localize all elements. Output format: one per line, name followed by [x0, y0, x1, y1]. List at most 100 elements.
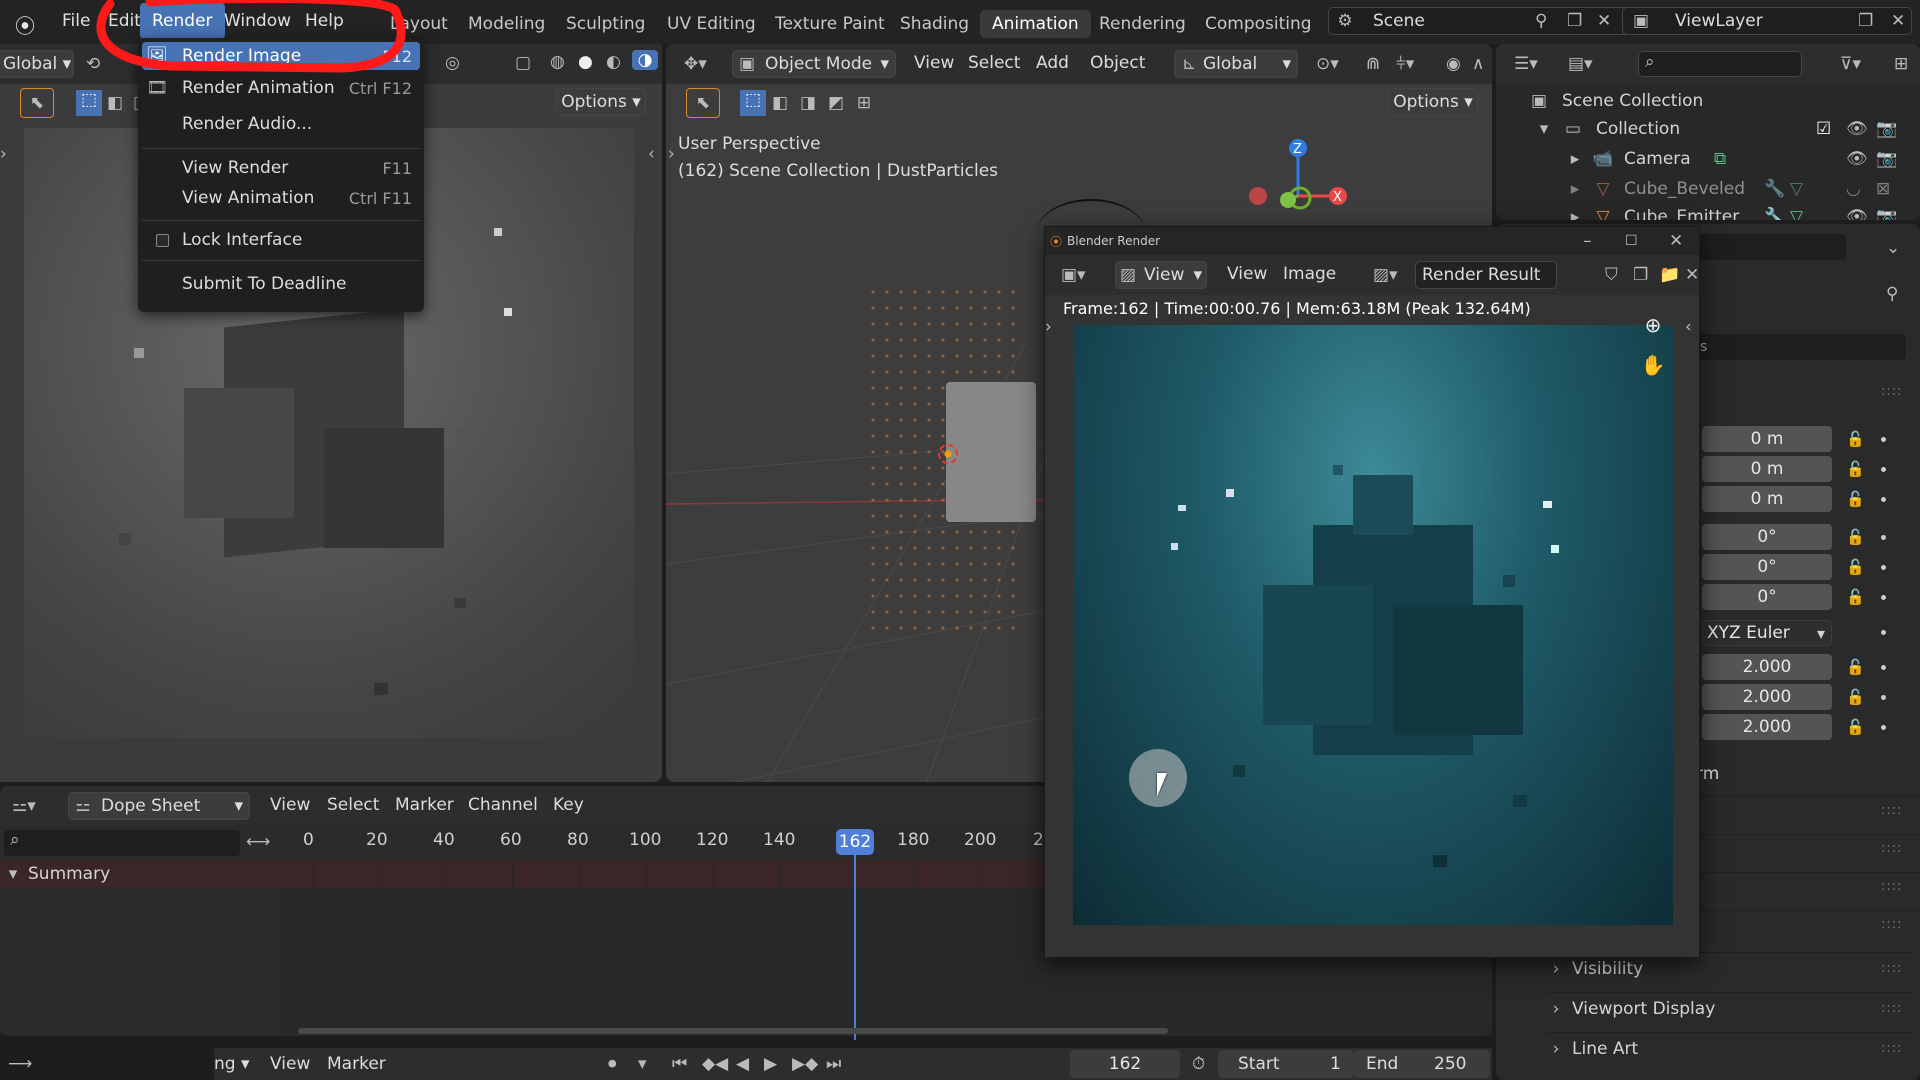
keyframe-dot-icon[interactable] [1881, 467, 1886, 472]
open-folder-icon[interactable]: 📁 [1659, 265, 1680, 285]
solid-shading-icon[interactable]: ● [578, 52, 593, 72]
view-render-item[interactable]: View Render F11 [142, 154, 420, 182]
submit-to-deadline-item[interactable]: Submit To Deadline [142, 270, 420, 298]
play-reverse-icon[interactable]: ◀ [736, 1054, 749, 1074]
select-extend-icon[interactable]: ◧ [102, 93, 128, 113]
jump-start-icon[interactable]: ⏮ [672, 1054, 687, 1074]
panel-grip-icon[interactable]: :::: [1881, 384, 1903, 399]
panel-grip-icon[interactable]: :::: [1881, 917, 1903, 932]
unlink-icon[interactable]: ✕ [1685, 265, 1699, 285]
render-window-titlebar[interactable]: ⦿ Blender Render – ☐ ✕ [1045, 227, 1699, 255]
close-icon[interactable]: ✕ [1669, 231, 1683, 251]
new-collection-icon[interactable]: ⊞ [1894, 54, 1908, 74]
visibility-eye-icon[interactable]: 👁 [1846, 119, 1868, 139]
section-viewport-display[interactable]: › Viewport Display :::: [1546, 992, 1916, 1024]
delete-scene-icon[interactable]: ✕ [1597, 11, 1611, 31]
lock-icon[interactable]: 🔓 [1846, 658, 1865, 676]
expand-arrow-icon[interactable]: ▸ [1568, 179, 1582, 199]
keyframe-dot-icon[interactable] [1881, 437, 1886, 442]
stopwatch-icon[interactable]: ⏱ [1192, 1054, 1205, 1074]
pivot-icon[interactable]: ⊙▾ [1316, 54, 1339, 74]
dopesheet-menu-key[interactable]: Key [553, 795, 584, 815]
left-transform-dropdown[interactable]: Global ▾ [0, 50, 74, 78]
playhead-label[interactable]: 162 [836, 829, 874, 855]
tab-uv-editing[interactable]: UV Editing [667, 14, 756, 34]
scale-x-field[interactable]: 2.000 [1702, 654, 1832, 680]
next-keyframe-icon[interactable]: ▶◆ [792, 1054, 818, 1074]
render-region-toggle-icon[interactable]: › [1045, 317, 1052, 337]
panel-grip-icon[interactable]: :::: [1881, 1001, 1903, 1016]
rotation-x-field[interactable]: 0° [1702, 524, 1832, 550]
render-camera-icon[interactable]: 📷 [1876, 119, 1897, 139]
expand-arrow-icon[interactable]: ▸ [1568, 207, 1582, 220]
overlay-icon[interactable]: ◎ [445, 53, 460, 73]
current-frame-field[interactable]: 162 [1070, 1050, 1180, 1078]
center-options-button[interactable]: Options ▾ [1388, 88, 1478, 116]
play-icon[interactable]: ▶ [764, 1054, 777, 1074]
select-box-icon[interactable]: ⬚ [76, 90, 102, 116]
center-select-invert-icon[interactable]: ◩ [822, 93, 850, 113]
render-disabled-icon[interactable]: ⊠ [1876, 179, 1890, 199]
lock-interface-checkbox[interactable] [156, 233, 169, 247]
render-view-dropdown[interactable]: ▨ View ▾ [1115, 261, 1207, 289]
lock-icon[interactable]: 🔓 [1846, 718, 1865, 736]
pin-icon[interactable]: ⚲ [1886, 284, 1898, 304]
lock-icon[interactable]: 🔓 [1846, 430, 1865, 448]
end-frame-field[interactable]: End 250 [1354, 1050, 1490, 1078]
render-result-field[interactable]: Render Result [1415, 261, 1557, 289]
select-tool-icon[interactable]: ⬉ [20, 88, 54, 118]
keying-dropdown-icon[interactable]: ▾ [638, 1054, 647, 1074]
outliner-editor-icon[interactable]: ☰▾ [1514, 54, 1538, 74]
dope-sheet-mode-dropdown[interactable]: ⚍ Dope Sheet ▾ [68, 792, 250, 820]
center-select-extend-icon[interactable]: ◧ [766, 93, 794, 113]
fake-user-shield-icon[interactable]: ⛉ [1605, 265, 1618, 285]
snap-target-icon[interactable]: ⫩▾ [1396, 54, 1414, 74]
scale-y-field[interactable]: 2.000 [1702, 684, 1832, 710]
lock-icon[interactable]: 🔓 [1846, 490, 1865, 508]
left-sidebar-toggle-icon[interactable]: › [0, 144, 7, 164]
visibility-eye-icon[interactable]: 👁 [1846, 149, 1868, 169]
lock-icon[interactable]: 🔓 [1846, 558, 1865, 576]
filter-icon[interactable]: ⊽▾ [1840, 54, 1861, 74]
outliner-item-camera[interactable]: ▸ 📹 Camera ⧉ 👁 📷 [1568, 146, 1916, 172]
rotation-y-field[interactable]: 0° [1702, 554, 1832, 580]
snap-toggle-icon[interactable]: ⋒ [1366, 54, 1380, 74]
keyframe-dot-icon[interactable] [1881, 695, 1886, 700]
outliner-scene-collection[interactable]: ▣ Scene Collection [1526, 88, 1703, 114]
keyframe-dot-icon[interactable] [1881, 595, 1886, 600]
menu-select[interactable]: Select [968, 53, 1020, 73]
outliner-search-input[interactable]: ⌕ [1638, 51, 1802, 77]
center-transform-dropdown[interactable]: ⊾ Global ▾ [1174, 50, 1298, 78]
dopesheet-scrollbar[interactable] [298, 1028, 1168, 1034]
menu-object[interactable]: Object [1090, 53, 1145, 73]
menu-view[interactable]: View [914, 53, 954, 73]
lock-interface-item[interactable]: Lock Interface [142, 226, 420, 254]
wireframe-shading-icon[interactable]: ◍ [550, 52, 565, 72]
render-menu-image[interactable]: Image [1283, 264, 1336, 284]
jump-end-icon[interactable]: ⏭ [826, 1054, 841, 1074]
properties-search[interactable] [1676, 234, 1846, 260]
panel-grip-icon[interactable]: :::: [1881, 803, 1903, 818]
tab-rendering[interactable]: Rendering [1099, 14, 1186, 34]
dopesheet-search-input[interactable]: ⌕ [4, 830, 240, 856]
zoom-icon[interactable]: ⊕ [1639, 313, 1667, 341]
properties-dropdown-icon[interactable]: ⌄ [1886, 238, 1900, 258]
view-layer-selector[interactable]: ▣ ViewLayer ❐ ✕ [1622, 7, 1912, 35]
expand-arrow-icon[interactable]: ▾ [2, 864, 24, 884]
keyframe-dot-icon[interactable] [1881, 535, 1886, 540]
pan-hand-icon[interactable]: ✋ [1639, 353, 1667, 381]
outliner-item-cube-beveled[interactable]: ▸ ▽ Cube_Beveled 🔧 ▽ ◡ ⊠ [1568, 176, 1916, 202]
panel-grip-icon[interactable]: :::: [1881, 879, 1903, 894]
keyframe-dot-icon[interactable] [1881, 665, 1886, 670]
render-camera-icon[interactable]: 📷 [1876, 207, 1897, 220]
render-audio-item[interactable]: Render Audio... [142, 110, 420, 138]
scale-z-field[interactable]: 2.000 [1702, 714, 1832, 740]
expand-arrow-icon[interactable]: ▸ [1568, 149, 1582, 169]
falloff-icon[interactable]: ∧ [1472, 54, 1484, 74]
lock-icon[interactable]: 🔓 [1846, 588, 1865, 606]
collection-checkbox-icon[interactable]: ☑ [1816, 119, 1831, 139]
keyframe-dot-icon[interactable] [1881, 497, 1886, 502]
object-name-field[interactable]: s [1696, 334, 1906, 360]
center-select-box-icon[interactable]: ⬚ [740, 90, 766, 116]
timeline-menu-marker[interactable]: Marker [327, 1054, 386, 1074]
